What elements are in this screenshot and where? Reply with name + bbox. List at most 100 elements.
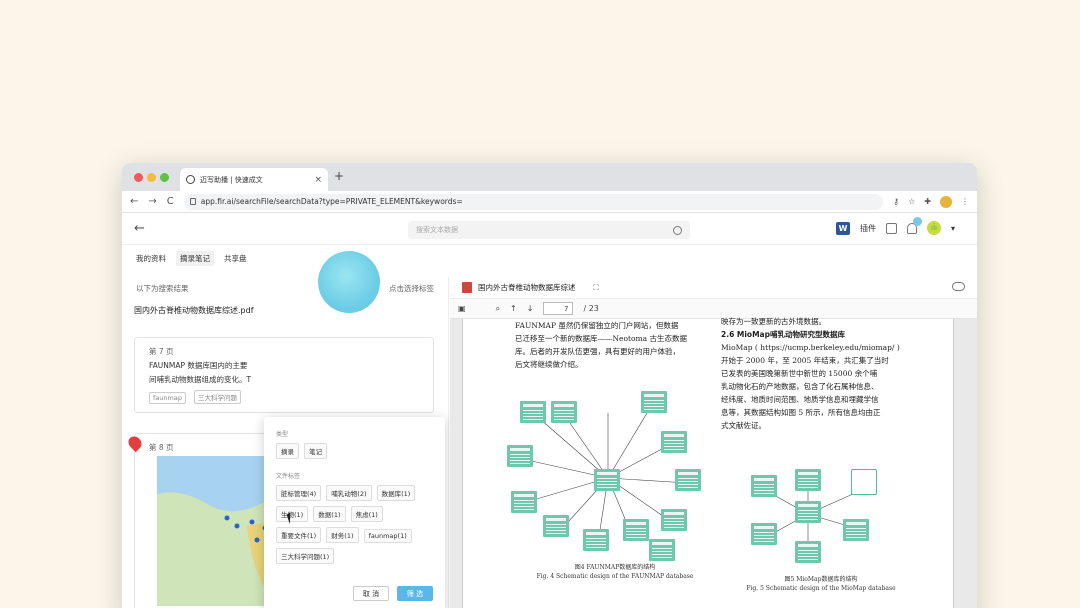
key-icon[interactable]: ⚷: [893, 197, 899, 206]
settings-icon[interactable]: [885, 222, 897, 234]
pdf-text-line: 后文将继续做介绍。: [515, 360, 583, 369]
tag-chip[interactable]: faunmap: [149, 392, 186, 404]
diagram-node: [507, 445, 533, 467]
chevron-down-icon[interactable]: ▾: [951, 224, 955, 233]
tag-option[interactable]: faunmap(1): [363, 529, 412, 543]
result-card[interactable]: 第 7 页 FAUNMAP 数据库国内的主要 间哺乳动物数据组成的变化。T fa…: [134, 337, 434, 413]
bell-icon[interactable]: [906, 216, 922, 234]
figure-4-caption-en: Fig. 4 Schematic design of the FAUNMAP d…: [536, 573, 694, 580]
app-header: ← 搜索文本数据 W 插件 ıİı ▾: [122, 213, 977, 245]
close-window-button[interactable]: [134, 173, 143, 182]
cloud-download-icon[interactable]: [952, 282, 965, 291]
browser-tab[interactable]: 迈写助播 | 快速成文 ×: [180, 168, 328, 191]
select-tag-link[interactable]: 点击选择标签: [389, 283, 434, 294]
pdf-page-area: FAUNMAP 虽然仍保留独立的门户网站，但数据 已迁移至一个新的数据库——Ne…: [450, 317, 977, 608]
diagram-node: [661, 509, 687, 531]
document-name[interactable]: 国内外古脊椎动物数据库综述.pdf: [122, 305, 448, 316]
figure-5-caption-en: Fig. 5 Schematic design of the MioMap da…: [746, 585, 896, 592]
diagram-node: [795, 469, 821, 491]
pdf-text-line: 已发表的美国晚第新世中新世的 15000 余个哺: [721, 369, 878, 378]
filter-button[interactable]: 筛 选: [397, 586, 433, 601]
pdf-left-column: FAUNMAP 虽然仍保留独立的门户网站，但数据 已迁移至一个新的数据库——Ne…: [515, 319, 715, 371]
tab-close-button[interactable]: ×: [314, 175, 322, 185]
diagram-node: [649, 539, 675, 561]
globe-icon: [186, 175, 195, 184]
tag-option[interactable]: 三大科学问题(1): [276, 548, 335, 564]
diagram-node: [623, 519, 649, 541]
search-icon[interactable]: ⌕: [496, 304, 500, 314]
app-back-button[interactable]: ←: [134, 221, 145, 236]
tag-option[interactable]: 哺乳动物(2): [326, 485, 372, 501]
click-highlight-bubble: [318, 251, 380, 313]
diagram-node: [851, 469, 877, 495]
tag-option[interactable]: 重要文件(1): [276, 527, 322, 543]
browser-tab-strip: 迈写助播 | 快速成文 × +: [122, 163, 977, 191]
tag-option[interactable]: 数据(1): [313, 506, 346, 522]
search-icon[interactable]: [673, 225, 682, 235]
type-option-note[interactable]: 笔记: [304, 443, 328, 459]
diagram-node: [795, 541, 821, 563]
tab-title: 迈写助播 | 快速成文: [200, 175, 263, 184]
browser-menu-icon[interactable]: ⋮: [961, 197, 969, 206]
lock-icon: [189, 198, 196, 205]
pdf-text-line: 式文献佐证。: [721, 421, 766, 430]
forward-button[interactable]: →: [148, 196, 156, 207]
diagram-node: [511, 491, 537, 513]
tab-my-materials[interactable]: 我的资料: [136, 253, 166, 264]
browser-toolbar: ← → C app.fir.ai/searchFile/searchData?t…: [122, 191, 977, 213]
tag-option[interactable]: 财务(1): [326, 527, 359, 543]
pdf-text-line: 乳动物化石的产地数据，包含了化石属种信息、: [721, 382, 879, 391]
browser-actions: ⚷ ☆ ✚ ⋮: [893, 195, 969, 208]
diagram-node: [543, 515, 569, 537]
tag-chip[interactable]: 三大科学问题: [194, 390, 242, 404]
tab-excerpt-notes[interactable]: 摘录笔记: [176, 250, 214, 266]
diagram-node: [751, 475, 777, 497]
back-button[interactable]: ←: [130, 196, 138, 207]
tag-section-label: 文件标签: [276, 473, 301, 480]
address-bar[interactable]: app.fir.ai/searchFile/searchData?type=PR…: [183, 193, 884, 210]
arrow-up-icon[interactable]: ↑: [510, 304, 517, 313]
pdf-text-line: 经纬度、地质时间范围、地质学信息和埋藏学信: [721, 395, 879, 404]
puzzle-icon[interactable]: ✚: [924, 197, 931, 206]
maximize-window-button[interactable]: [160, 173, 169, 182]
diagram-node: [751, 523, 777, 545]
tag-option[interactable]: 数据库(1): [376, 485, 416, 501]
map-pin-icon: [125, 433, 145, 453]
minimize-window-button[interactable]: [147, 173, 156, 182]
sidebar-toggle-icon[interactable]: ▣: [458, 304, 466, 313]
diagram-node: [661, 431, 687, 453]
pdf-text-line: 库。后者的开发队伍更强，具有更好的用户体验，: [515, 347, 680, 356]
new-tab-button[interactable]: +: [334, 169, 344, 183]
cancel-button[interactable]: 取 消: [353, 586, 389, 601]
diagram-node: [594, 469, 620, 491]
user-avatar[interactable]: ıİı: [926, 221, 941, 235]
type-option-excerpt[interactable]: 摘录: [276, 443, 299, 459]
tag-option[interactable]: 焦虑(1): [350, 506, 383, 522]
search-input[interactable]: 搜索文本数据: [408, 221, 690, 239]
pdf-text-line: 息等，其数据结构如图 5 所示，所有信息均由正: [721, 408, 881, 417]
profile-avatar[interactable]: [940, 195, 952, 208]
tag-option[interactable]: 脏标管理(4): [276, 485, 322, 501]
pdf-right-column: 映存为一致更新的古外境数据。 2.6 MioMap哺乳动物研究型数据库 MioM…: [721, 315, 921, 432]
excerpt-line: FAUNMAP 数据库国内的主要: [149, 361, 248, 370]
diagram-node: [675, 469, 701, 491]
pdf-text-line: 开始于 2000 年，至 2005 年结束，共汇集了当时: [721, 356, 889, 365]
pdf-text-line: FAUNMAP 虽然仍保留独立的门户网站，但数据: [515, 321, 679, 330]
browser-window: 迈写助播 | 快速成文 × + ← → C app.fir.ai/searchF…: [122, 163, 977, 608]
plugin-label[interactable]: 插件: [860, 223, 876, 234]
pdf-file-icon: [462, 282, 472, 293]
arrow-down-icon[interactable]: ↓: [527, 304, 534, 313]
star-icon[interactable]: ☆: [908, 197, 915, 206]
pdf-title: 国内外古脊椎动物数据库综述: [478, 283, 576, 292]
page-number-input[interactable]: 7: [543, 302, 574, 315]
excerpt-line: 间哺乳动物数据组成的变化。T: [149, 375, 252, 384]
tab-shared-drive[interactable]: 共享盘: [224, 253, 247, 264]
notification-badge: [912, 216, 922, 226]
pdf-header: 国内外古脊椎动物数据库综述 ⛶: [450, 277, 977, 299]
page-label: 第 7 页: [149, 347, 174, 356]
word-icon[interactable]: W: [835, 221, 850, 235]
pdf-text-line: MioMap ( https://ucmp.berkeley.edu/mioma…: [721, 343, 900, 352]
expand-icon[interactable]: ⛶: [594, 283, 599, 293]
reload-button[interactable]: C: [167, 196, 174, 207]
page-total: / 23: [583, 304, 599, 313]
